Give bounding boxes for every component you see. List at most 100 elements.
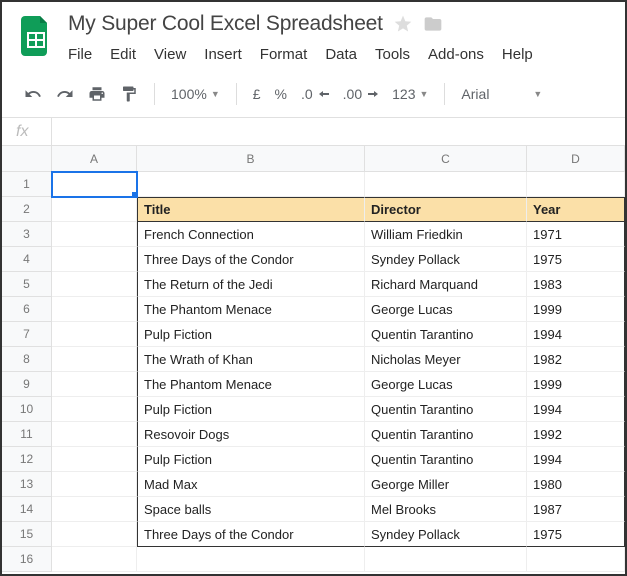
menu-view[interactable]: View — [145, 42, 195, 67]
cell-D8[interactable]: 1982 — [527, 347, 625, 372]
cell-D14[interactable]: 1987 — [527, 497, 625, 522]
more-formats-dropdown[interactable]: 123▼ — [388, 86, 432, 102]
menu-help[interactable]: Help — [493, 42, 542, 67]
cell-A11[interactable] — [52, 422, 137, 447]
print-button[interactable] — [84, 81, 110, 107]
row-header[interactable]: 4 — [2, 247, 52, 272]
cell-B4[interactable]: Three Days of the Condor — [137, 247, 365, 272]
cell-A13[interactable] — [52, 472, 137, 497]
row-header[interactable]: 15 — [2, 522, 52, 547]
row-header[interactable]: 13 — [2, 472, 52, 497]
cell-C8[interactable]: Nicholas Meyer — [365, 347, 527, 372]
cell-B16[interactable] — [137, 547, 365, 572]
menu-tools[interactable]: Tools — [366, 42, 419, 67]
increase-decimal-button[interactable]: .00 — [339, 86, 382, 102]
cell-C16[interactable] — [365, 547, 527, 572]
currency-button[interactable]: £ — [249, 86, 265, 102]
cell-B12[interactable]: Pulp Fiction — [137, 447, 365, 472]
cell-B5[interactable]: The Return of the Jedi — [137, 272, 365, 297]
folder-icon[interactable] — [423, 14, 443, 34]
document-title[interactable]: My Super Cool Excel Spreadsheet — [68, 12, 383, 36]
formula-input[interactable] — [52, 118, 625, 145]
cell-B3[interactable]: French Connection — [137, 222, 365, 247]
row-header[interactable]: 7 — [2, 322, 52, 347]
row-header[interactable]: 14 — [2, 497, 52, 522]
column-header-c[interactable]: C — [365, 146, 527, 172]
row-header[interactable]: 16 — [2, 547, 52, 572]
cell-B7[interactable]: Pulp Fiction — [137, 322, 365, 347]
cell-C10[interactable]: Quentin Tarantino — [365, 397, 527, 422]
row-header[interactable]: 2 — [2, 197, 52, 222]
cell-A14[interactable] — [52, 497, 137, 522]
cell-C9[interactable]: George Lucas — [365, 372, 527, 397]
cell-C13[interactable]: George Miller — [365, 472, 527, 497]
menu-add-ons[interactable]: Add-ons — [419, 42, 493, 67]
cell-C7[interactable]: Quentin Tarantino — [365, 322, 527, 347]
chevron-down-icon[interactable]: ▼ — [533, 89, 542, 99]
cell-C11[interactable]: Quentin Tarantino — [365, 422, 527, 447]
cell-D2[interactable]: Year — [527, 197, 625, 222]
cell-B8[interactable]: The Wrath of Khan — [137, 347, 365, 372]
font-dropdown[interactable]: Arial — [457, 86, 527, 102]
cell-B10[interactable]: Pulp Fiction — [137, 397, 365, 422]
cell-A10[interactable] — [52, 397, 137, 422]
sheets-logo[interactable] — [18, 12, 54, 60]
row-header[interactable]: 1 — [2, 172, 52, 197]
cell-B11[interactable]: Resovoir Dogs — [137, 422, 365, 447]
row-header[interactable]: 9 — [2, 372, 52, 397]
cell-D7[interactable]: 1994 — [527, 322, 625, 347]
zoom-dropdown[interactable]: 100%▼ — [167, 86, 224, 102]
cell-D16[interactable] — [527, 547, 625, 572]
cell-A16[interactable] — [52, 547, 137, 572]
cell-D1[interactable] — [527, 172, 625, 197]
paint-format-button[interactable] — [116, 81, 142, 107]
cell-C12[interactable]: Quentin Tarantino — [365, 447, 527, 472]
cell-C15[interactable]: Syndey Pollack — [365, 522, 527, 547]
cell-D5[interactable]: 1983 — [527, 272, 625, 297]
menu-data[interactable]: Data — [316, 42, 366, 67]
row-header[interactable]: 5 — [2, 272, 52, 297]
cell-A8[interactable] — [52, 347, 137, 372]
select-all-corner[interactable] — [2, 146, 52, 172]
cell-B13[interactable]: Mad Max — [137, 472, 365, 497]
column-header-b[interactable]: B — [137, 146, 365, 172]
cell-D9[interactable]: 1999 — [527, 372, 625, 397]
cell-D10[interactable]: 1994 — [527, 397, 625, 422]
cell-A7[interactable] — [52, 322, 137, 347]
cell-D4[interactable]: 1975 — [527, 247, 625, 272]
row-header[interactable]: 6 — [2, 297, 52, 322]
column-header-d[interactable]: D — [527, 146, 625, 172]
menu-insert[interactable]: Insert — [195, 42, 251, 67]
cell-D15[interactable]: 1975 — [527, 522, 625, 547]
row-header[interactable]: 8 — [2, 347, 52, 372]
cell-D12[interactable]: 1994 — [527, 447, 625, 472]
percent-button[interactable]: % — [271, 86, 291, 102]
decrease-decimal-button[interactable]: .0 — [297, 86, 333, 102]
cell-C1[interactable] — [365, 172, 527, 197]
cell-C6[interactable]: George Lucas — [365, 297, 527, 322]
cell-C3[interactable]: William Friedkin — [365, 222, 527, 247]
row-header[interactable]: 11 — [2, 422, 52, 447]
cell-B6[interactable]: The Phantom Menace — [137, 297, 365, 322]
cell-A2[interactable] — [52, 197, 137, 222]
cell-C2[interactable]: Director — [365, 197, 527, 222]
cell-A4[interactable] — [52, 247, 137, 272]
cell-A3[interactable] — [52, 222, 137, 247]
cell-D6[interactable]: 1999 — [527, 297, 625, 322]
cell-B9[interactable]: The Phantom Menace — [137, 372, 365, 397]
row-header[interactable]: 3 — [2, 222, 52, 247]
cell-A15[interactable] — [52, 522, 137, 547]
cell-C5[interactable]: Richard Marquand — [365, 272, 527, 297]
cell-C4[interactable]: Syndey Pollack — [365, 247, 527, 272]
cell-A9[interactable] — [52, 372, 137, 397]
redo-button[interactable] — [52, 81, 78, 107]
cell-A6[interactable] — [52, 297, 137, 322]
cell-C14[interactable]: Mel Brooks — [365, 497, 527, 522]
cell-D3[interactable]: 1971 — [527, 222, 625, 247]
cell-B1[interactable] — [137, 172, 365, 197]
cell-A5[interactable] — [52, 272, 137, 297]
row-header[interactable]: 12 — [2, 447, 52, 472]
undo-button[interactable] — [20, 81, 46, 107]
cell-D11[interactable]: 1992 — [527, 422, 625, 447]
star-icon[interactable] — [393, 14, 413, 34]
